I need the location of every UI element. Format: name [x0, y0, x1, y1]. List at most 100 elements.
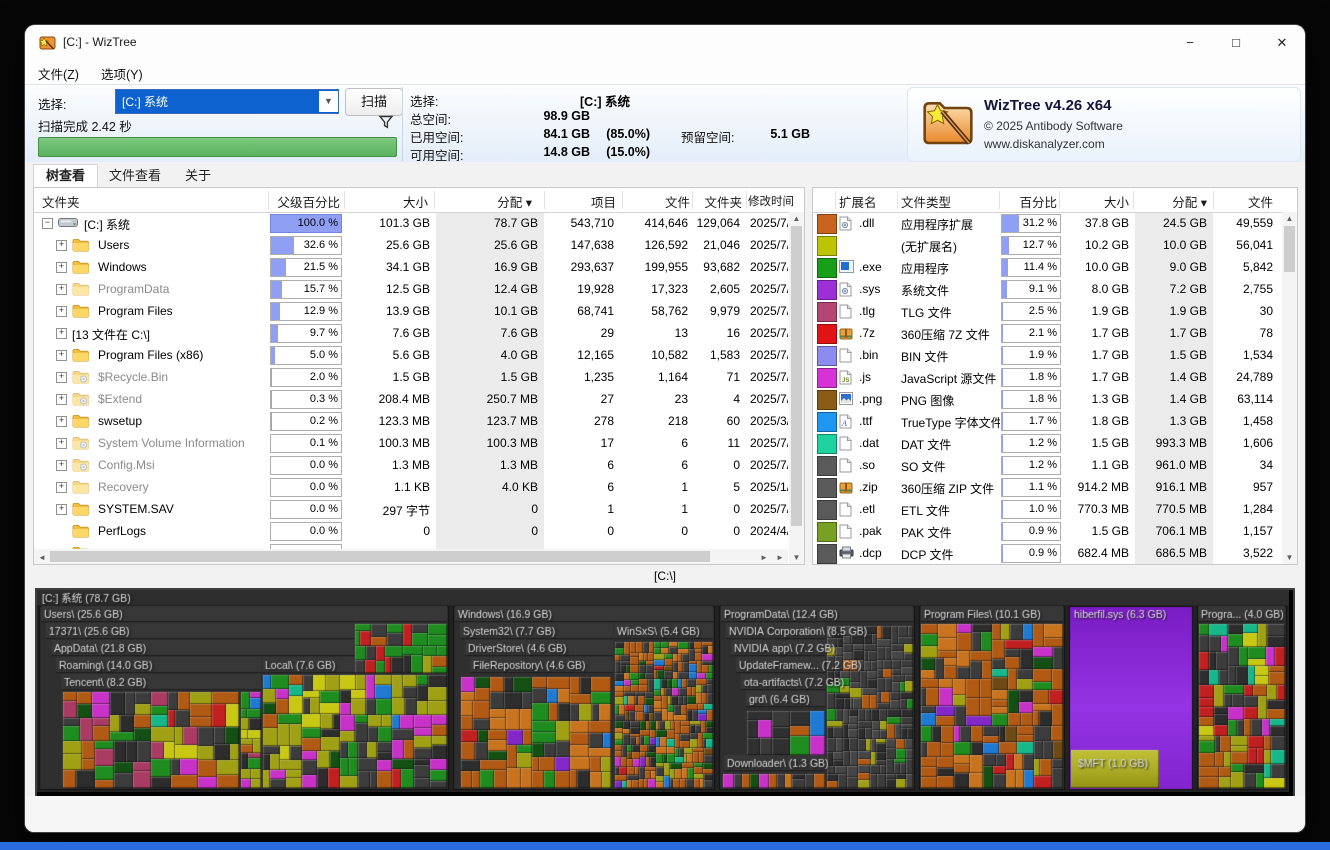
col-header-size[interactable]: 大小: [1061, 192, 1129, 211]
col-header-allocated-sorted[interactable]: 分配 ▾: [1135, 192, 1207, 211]
table-row[interactable]: .binBIN 文件1.9 %1.7 GB1.5 GB1,534: [813, 344, 1297, 366]
tab-tree-view[interactable]: 树查看: [33, 164, 98, 187]
expand-expander[interactable]: +: [56, 372, 67, 383]
col-header-files[interactable]: 文件: [624, 192, 690, 211]
table-row[interactable]: .datDAT 文件1.2 %1.5 GB993.3 MB1,606: [813, 432, 1297, 454]
folder-name[interactable]: PerfLogs: [98, 524, 146, 538]
scroll-up-arrow[interactable]: ▲: [789, 214, 804, 223]
table-row[interactable]: .sys系统文件9.1 %8.0 GB7.2 GB2,755: [813, 278, 1297, 300]
table-row[interactable]: +ProgramData15.7 %12.5 GB12.4 GB19,92817…: [34, 278, 804, 300]
col-header-file-type[interactable]: 文件类型: [901, 192, 951, 211]
table-row[interactable]: +swsetup0.2 %123.3 MB123.7 MB27821860202…: [34, 410, 804, 432]
col-header-modified[interactable]: 修改时间: [748, 193, 794, 209]
maximize-button[interactable]: □: [1213, 25, 1259, 61]
vertical-scrollbar[interactable]: ▲▼: [789, 212, 804, 564]
table-row[interactable]: +SYSTEM.SAV0.0 %297 字节01102025/7/: [34, 498, 804, 520]
folder-name[interactable]: [13 文件在 C:\]: [72, 326, 150, 343]
drive-selector[interactable]: [C:] 系统 ▼: [115, 89, 339, 114]
expand-expander[interactable]: +: [56, 438, 67, 449]
expand-expander[interactable]: +: [56, 284, 67, 295]
table-row[interactable]: (无扩展名)12.7 %10.2 GB10.0 GB56,041: [813, 234, 1297, 256]
col-header-extension[interactable]: 扩展名: [839, 192, 877, 211]
expand-expander[interactable]: +: [56, 416, 67, 427]
scroll-down-arrow[interactable]: ▼: [1282, 553, 1297, 562]
table-row[interactable]: +Windows21.5 %34.1 GB16.9 GB293,637199,9…: [34, 256, 804, 278]
folder-name[interactable]: Windows: [98, 260, 147, 274]
scroll-right-arrow[interactable]: ►: [758, 553, 770, 562]
table-row[interactable]: PerfLogs0.0 %000002024/4/: [34, 520, 804, 542]
folder-name[interactable]: $Extend: [98, 392, 142, 406]
horizontal-scrollbar[interactable]: ◄ ► ►: [34, 549, 788, 564]
folder-name[interactable]: Program Files: [98, 304, 173, 318]
table-row[interactable]: .7z360压缩 7Z 文件2.1 %1.7 GB1.7 GB78: [813, 322, 1297, 344]
title-bar[interactable]: [C:] - WizTree − □ ✕: [25, 25, 1305, 61]
folder-name[interactable]: Program Files (x86): [98, 348, 203, 362]
scroll-up-arrow[interactable]: ▲: [1282, 214, 1297, 223]
table-row[interactable]: +Config.Msi0.0 %1.3 MB1.3 MB6602025/7/: [34, 454, 804, 476]
folder-name[interactable]: System Volume Information: [98, 436, 245, 450]
treemap[interactable]: [35, 588, 1295, 798]
treemap-canvas[interactable]: [37, 590, 1289, 792]
scroll-thumb[interactable]: [1284, 226, 1295, 272]
close-button[interactable]: ✕: [1259, 25, 1305, 61]
col-header-items[interactable]: 项目: [546, 192, 616, 211]
table-row[interactable]: +Program Files (x86)5.0 %5.6 GB4.0 GB12,…: [34, 344, 804, 366]
table-row[interactable]: .soSO 文件1.2 %1.1 GB961.0 MB34: [813, 454, 1297, 476]
expand-expander[interactable]: +: [56, 460, 67, 471]
col-header-size[interactable]: 大小: [346, 192, 428, 211]
folder-name[interactable]: ProgramData: [98, 282, 169, 296]
folder-name[interactable]: Recovery: [98, 480, 149, 494]
table-row[interactable]: +[13 文件在 C:\]9.7 %7.6 GB7.6 GB2913162025…: [34, 322, 804, 344]
table-row[interactable]: .etlETL 文件1.0 %770.3 MB770.5 MB1,284: [813, 498, 1297, 520]
table-row[interactable]: .zip360压缩 ZIP 文件1.1 %914.2 MB916.1 MB957: [813, 476, 1297, 498]
table-row[interactable]: .tlgTLG 文件2.5 %1.9 GB1.9 GB30: [813, 300, 1297, 322]
expand-expander[interactable]: +: [56, 262, 67, 273]
folder-name[interactable]: Users: [98, 238, 129, 252]
col-header-files[interactable]: 文件: [1209, 192, 1273, 211]
tab-about[interactable]: 关于: [173, 165, 223, 185]
col-header-allocated-sorted[interactable]: 分配 ▾: [436, 192, 532, 211]
table-row[interactable]: .dcpDCP 文件0.9 %682.4 MB686.5 MB3,522: [813, 542, 1297, 564]
scroll-left-arrow[interactable]: ◄: [36, 553, 48, 562]
expand-expander[interactable]: +: [56, 482, 67, 493]
scroll-thumb[interactable]: [50, 551, 710, 562]
branding-website[interactable]: www.diskanalyzer.com: [984, 137, 1105, 151]
table-row[interactable]: A.ttfTrueType 字体文件1.7 %1.8 GB1.3 GB1,458: [813, 410, 1297, 432]
table-row[interactable]: +Program Files12.9 %13.9 GB10.1 GB68,741…: [34, 300, 804, 322]
folder-name[interactable]: SYSTEM.SAV: [98, 502, 174, 516]
table-row[interactable]: +Users32.6 %25.6 GB25.6 GB147,638126,592…: [34, 234, 804, 256]
expand-expander[interactable]: +: [56, 306, 67, 317]
table-row[interactable]: +System Volume Information0.1 %100.3 MB1…: [34, 432, 804, 454]
table-row[interactable]: JS.jsJavaScript 源文件1.8 %1.7 GB1.4 GB24,7…: [813, 366, 1297, 388]
expand-expander[interactable]: +: [56, 504, 67, 515]
col-header-folder[interactable]: 文件夹: [42, 192, 80, 211]
tab-file-view[interactable]: 文件查看: [97, 165, 173, 185]
scroll-down-arrow[interactable]: ▼: [789, 553, 804, 562]
menu-file[interactable]: 文件(Z): [38, 64, 79, 83]
table-row[interactable]: −[C:] 系统100.0 %101.3 GB78.7 GB543,710414…: [34, 212, 804, 234]
folder-name[interactable]: Config.Msi: [98, 458, 155, 472]
table-row[interactable]: +Recovery0.0 %1.1 KB4.0 KB6152025/1/: [34, 476, 804, 498]
col-header-percent[interactable]: 百分比: [1001, 192, 1057, 211]
chevron-down-icon[interactable]: ▼: [319, 91, 338, 112]
expand-expander[interactable]: +: [56, 394, 67, 405]
folder-name[interactable]: swsetup: [98, 414, 142, 428]
col-header-parent-percent[interactable]: 父级百分比: [270, 192, 340, 211]
menu-options[interactable]: 选项(Y): [101, 64, 143, 83]
table-row[interactable]: +$Extend0.3 %208.4 MB250.7 MB272342025/7…: [34, 388, 804, 410]
folder-name[interactable]: [C:] 系统: [84, 216, 130, 233]
expand-expander[interactable]: +: [56, 240, 67, 251]
scan-button[interactable]: 扫描: [345, 88, 403, 116]
expand-expander[interactable]: +: [56, 350, 67, 361]
table-row[interactable]: +$Recycle.Bin2.0 %1.5 GB1.5 GB1,2351,164…: [34, 366, 804, 388]
scroll-right-arrow[interactable]: ►: [774, 553, 786, 562]
scroll-thumb[interactable]: [791, 226, 802, 526]
collapse-expander[interactable]: −: [42, 218, 53, 229]
minimize-button[interactable]: −: [1167, 25, 1213, 61]
table-row[interactable]: .dll应用程序扩展31.2 %37.8 GB24.5 GB49,559: [813, 212, 1297, 234]
table-row[interactable]: .pakPAK 文件0.9 %1.5 GB706.1 MB1,157: [813, 520, 1297, 542]
folder-name[interactable]: $Recycle.Bin: [98, 370, 168, 384]
expand-expander[interactable]: +: [56, 328, 67, 339]
table-row[interactable]: .pngPNG 图像1.8 %1.3 GB1.4 GB63,114: [813, 388, 1297, 410]
col-header-folders[interactable]: 文件夹: [694, 192, 742, 211]
